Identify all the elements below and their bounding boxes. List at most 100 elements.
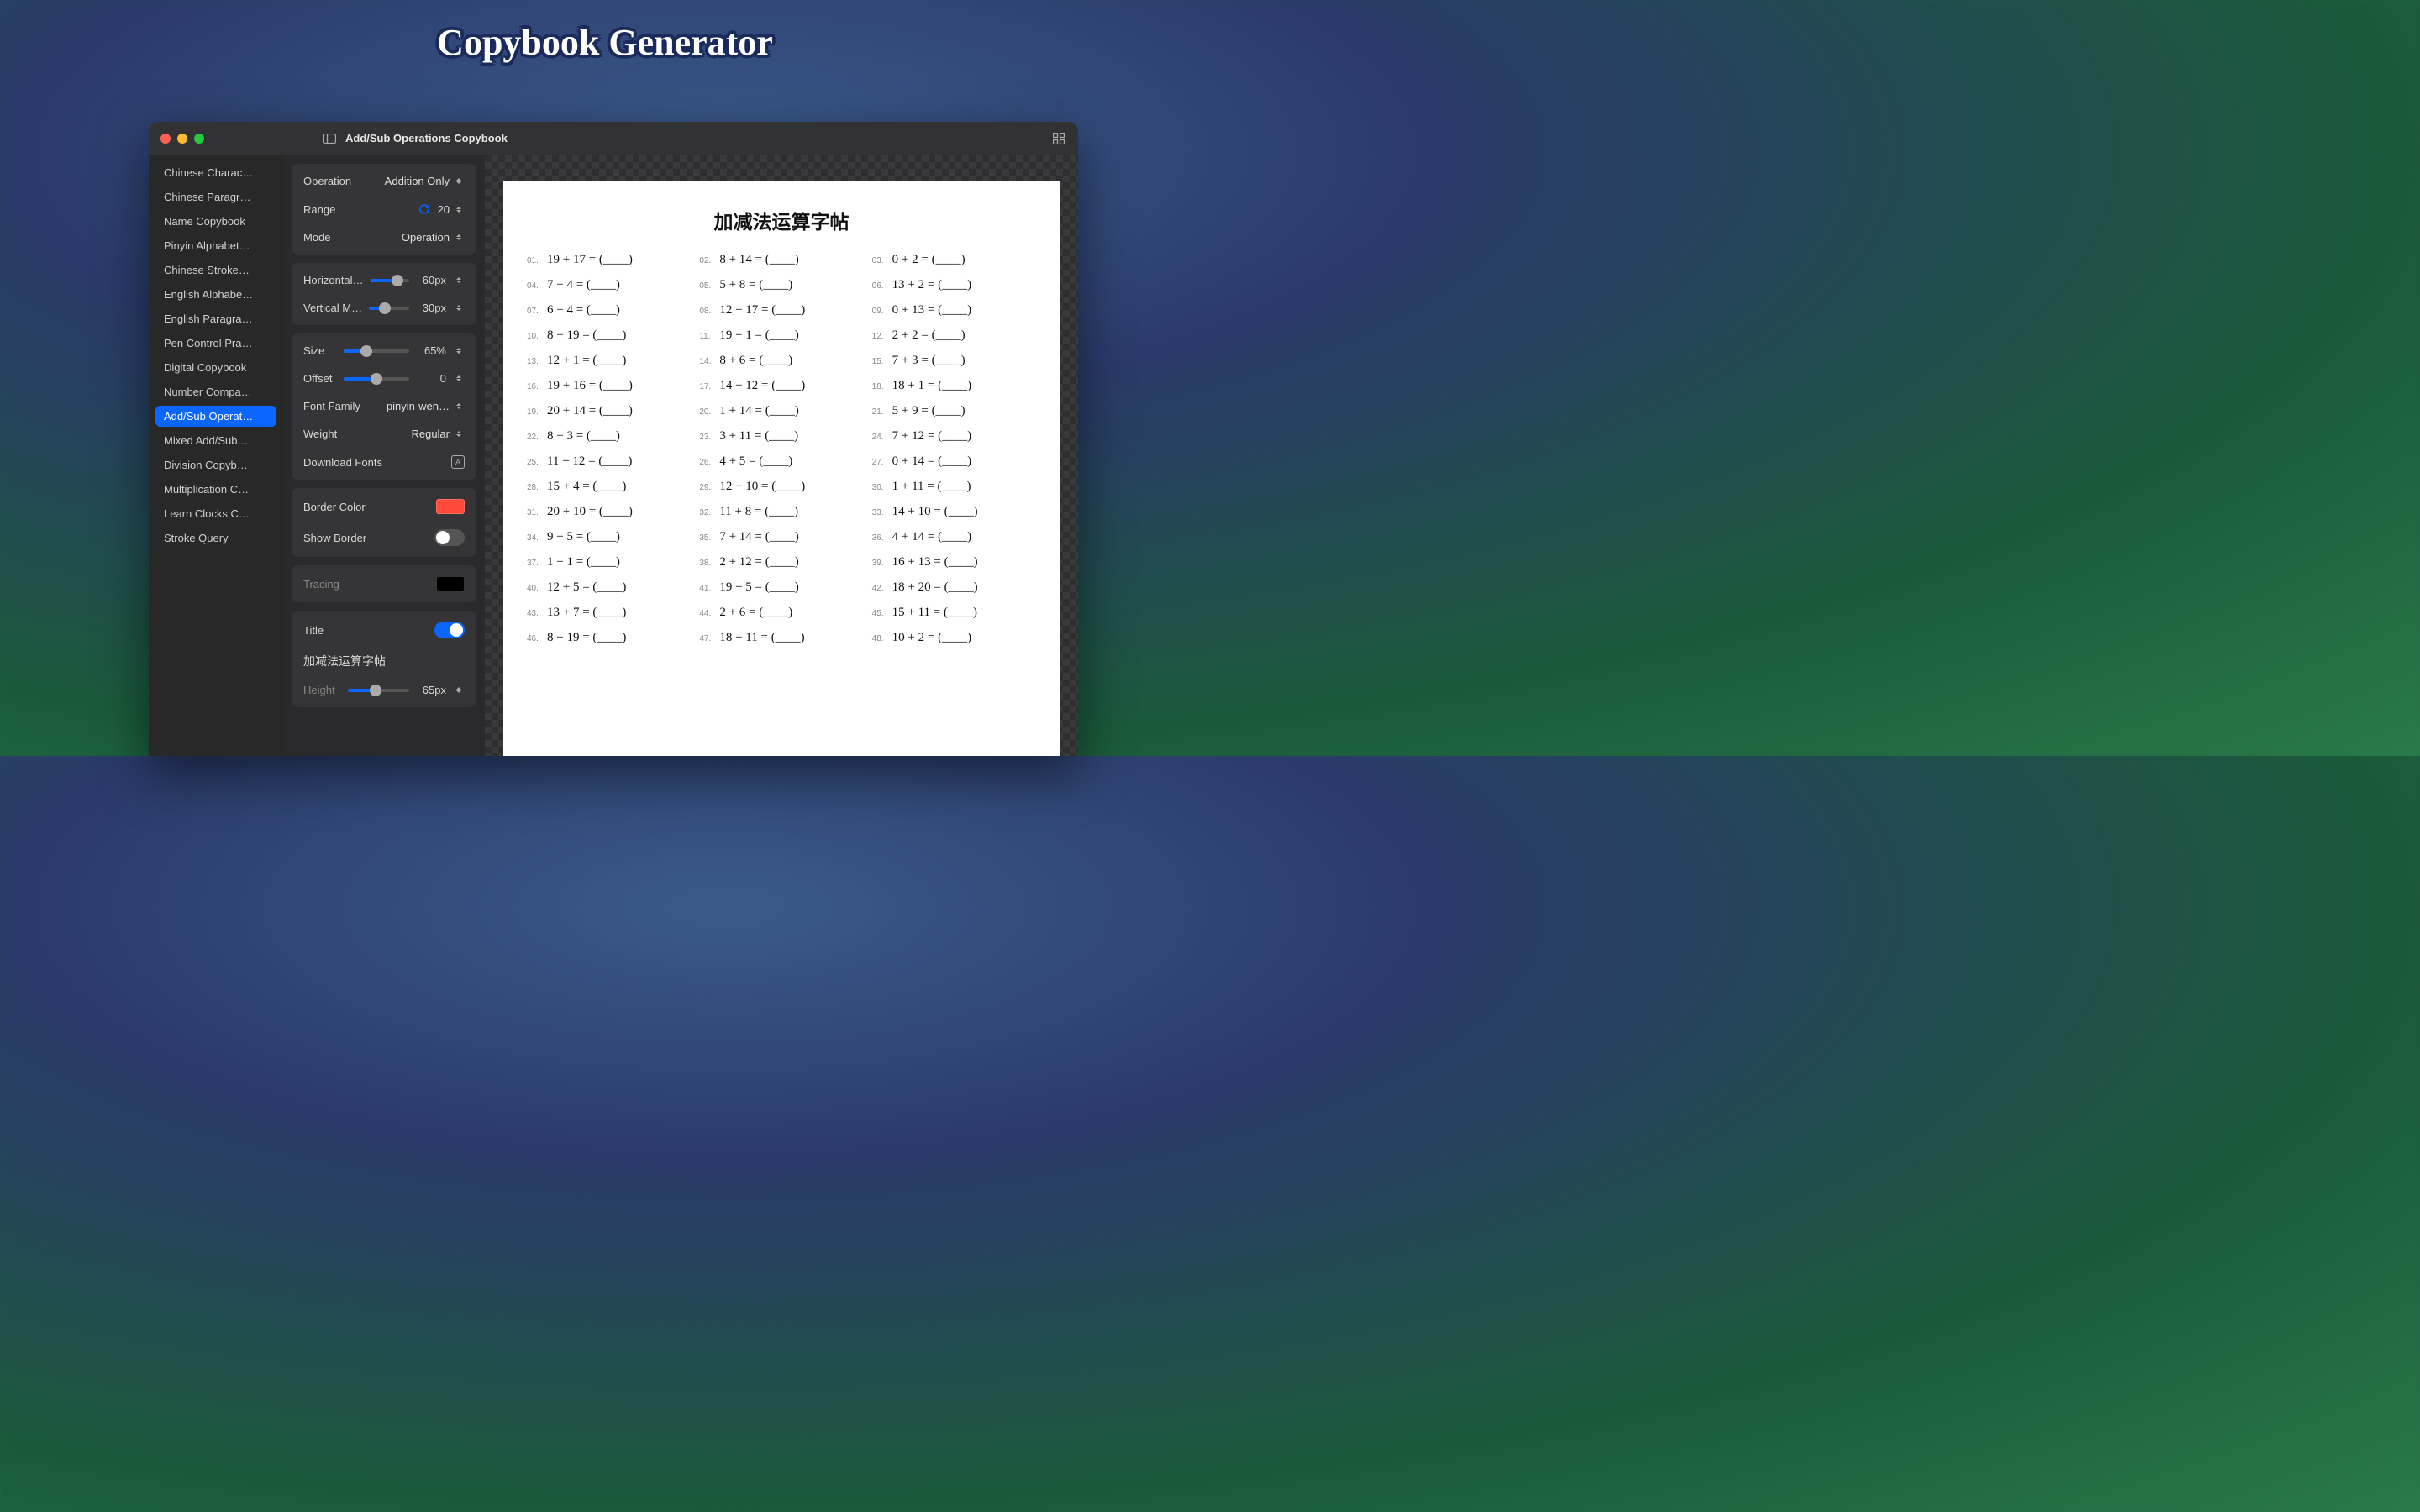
problem-number: 22.: [527, 433, 542, 442]
sidebar-toggle-icon[interactable]: [322, 131, 337, 146]
swatch-tracing[interactable]: [436, 576, 465, 591]
problem-equation: 0 + 2 = (____): [892, 253, 965, 267]
stepper-size[interactable]: [453, 345, 465, 357]
select-operation[interactable]: Addition Only: [385, 175, 465, 187]
grid-icon[interactable]: [1051, 131, 1066, 146]
row-download-fonts[interactable]: Download Fonts A: [292, 448, 476, 476]
problem-equation: 8 + 14 = (____): [719, 253, 798, 267]
problem-equation: 20 + 14 = (____): [547, 404, 633, 418]
problem-equation: 7 + 12 = (____): [892, 429, 971, 444]
label-height: Height: [303, 684, 341, 696]
label-title: Title: [303, 624, 324, 637]
problem: 28.15 + 4 = (____): [527, 480, 691, 494]
sidebar-item[interactable]: Add/Sub Operat…: [155, 406, 276, 427]
problem-number: 13.: [527, 357, 542, 366]
problem: 47.18 + 11 = (____): [699, 631, 863, 645]
problem: 25.11 + 12 = (____): [527, 454, 691, 469]
refresh-icon[interactable]: [418, 202, 431, 216]
problem-number: 19.: [527, 407, 542, 417]
minimize-icon[interactable]: [177, 134, 187, 144]
chevron-updown-icon: [453, 232, 465, 244]
problem: 07.6 + 4 = (____): [527, 303, 691, 318]
select-mode[interactable]: Operation: [402, 231, 465, 244]
problem: 32.11 + 8 = (____): [699, 505, 863, 519]
slider-height[interactable]: [348, 689, 409, 692]
problem-number: 10.: [527, 332, 542, 341]
close-icon[interactable]: [160, 134, 171, 144]
problem: 21.5 + 9 = (____): [872, 404, 1036, 418]
sidebar-item[interactable]: Name Copybook: [155, 211, 276, 232]
slider-offset[interactable]: [344, 377, 409, 381]
problem-equation: 11 + 12 = (____): [547, 454, 632, 469]
problem-equation: 2 + 2 = (____): [892, 328, 965, 343]
sidebar-item[interactable]: Chinese Paragr…: [155, 186, 276, 207]
sidebar-item[interactable]: Number Compa…: [155, 381, 276, 402]
download-icon: A: [451, 455, 465, 469]
sidebar-item[interactable]: Learn Clocks C…: [155, 503, 276, 524]
slider-vertical[interactable]: [369, 307, 409, 310]
problem-number: 44.: [699, 609, 714, 618]
preview-area: 加减法运算字帖 01.19 + 17 = (____)02.8 + 14 = (…: [485, 155, 1078, 756]
sidebar-item[interactable]: Stroke Query: [155, 528, 276, 549]
slider-size[interactable]: [344, 349, 409, 353]
input-title-text[interactable]: 加减法运算字帖: [292, 646, 476, 676]
problem-number: 32.: [699, 508, 714, 517]
sidebar-item[interactable]: Division Copyb…: [155, 454, 276, 475]
fullscreen-icon[interactable]: [194, 134, 204, 144]
slider-horizontal[interactable]: [371, 279, 409, 282]
label-show-border: Show Border: [303, 532, 366, 544]
row-offset: Offset 0: [292, 365, 476, 392]
problem: 01.19 + 17 = (____): [527, 253, 691, 267]
label-border-color: Border Color: [303, 501, 366, 513]
sidebar-item[interactable]: Pinyin Alphabet…: [155, 235, 276, 256]
stepper-height[interactable]: [453, 685, 465, 696]
sidebar-item[interactable]: Pen Control Pra…: [155, 333, 276, 354]
problem-equation: 10 + 2 = (____): [892, 631, 971, 645]
value-vertical: 30px: [416, 302, 446, 314]
sidebar-item[interactable]: English Alphabe…: [155, 284, 276, 305]
panel-spacing: Horizontal… 60px Vertical M…: [292, 263, 476, 325]
problem-equation: 7 + 14 = (____): [719, 530, 798, 544]
sidebar-item[interactable]: Mixed Add/Sub…: [155, 430, 276, 451]
sidebar-item[interactable]: English Paragra…: [155, 308, 276, 329]
problem-number: 40.: [527, 584, 542, 593]
problem-number: 33.: [872, 508, 887, 517]
sidebar-item[interactable]: Chinese Charac…: [155, 162, 276, 183]
problem-equation: 16 + 13 = (____): [892, 555, 978, 570]
chevron-updown-icon: [453, 176, 465, 187]
problem-number: 20.: [699, 407, 714, 417]
app-title: Copybook Generator: [437, 21, 773, 64]
problem-number: 24.: [872, 433, 887, 442]
problem-equation: 12 + 17 = (____): [719, 303, 805, 318]
row-height: Height 65px: [292, 676, 476, 704]
select-weight[interactable]: Regular: [411, 428, 465, 440]
select-range[interactable]: 20: [438, 203, 465, 216]
label-range: Range: [303, 203, 335, 216]
panel-font: Size 65% Offset: [292, 333, 476, 480]
problem-equation: 12 + 10 = (____): [719, 480, 805, 494]
problem-number: 15.: [872, 357, 887, 366]
sidebar-item[interactable]: Multiplication C…: [155, 479, 276, 500]
stepper-offset[interactable]: [453, 373, 465, 385]
problem: 11.19 + 1 = (____): [699, 328, 863, 343]
toggle-show-border[interactable]: [434, 529, 465, 546]
swatch-border-color[interactable]: [436, 499, 465, 514]
sidebar: Chinese Charac… Chinese Paragr… Name Copyb…: [149, 155, 283, 756]
preview-title: 加减法运算字帖: [527, 206, 1036, 234]
chevron-updown-icon: [453, 401, 465, 412]
problem: 38.2 + 12 = (____): [699, 555, 863, 570]
stepper-horizontal[interactable]: [453, 275, 465, 286]
label-horizontal: Horizontal…: [303, 274, 364, 286]
problem-equation: 19 + 16 = (____): [547, 379, 633, 393]
toggle-title[interactable]: [434, 622, 465, 638]
problem: 04.7 + 4 = (____): [527, 278, 691, 292]
problem: 15.7 + 3 = (____): [872, 354, 1036, 368]
problem-equation: 18 + 11 = (____): [719, 631, 804, 645]
select-font-family[interactable]: pinyin-wen…: [387, 400, 465, 412]
stepper-vertical[interactable]: [453, 302, 465, 314]
problem: 30.1 + 11 = (____): [872, 480, 1036, 494]
label-tracing: Tracing: [303, 578, 339, 591]
sidebar-item[interactable]: Chinese Stroke…: [155, 260, 276, 281]
row-weight: Weight Regular: [292, 420, 476, 448]
sidebar-item[interactable]: Digital Copybook: [155, 357, 276, 378]
